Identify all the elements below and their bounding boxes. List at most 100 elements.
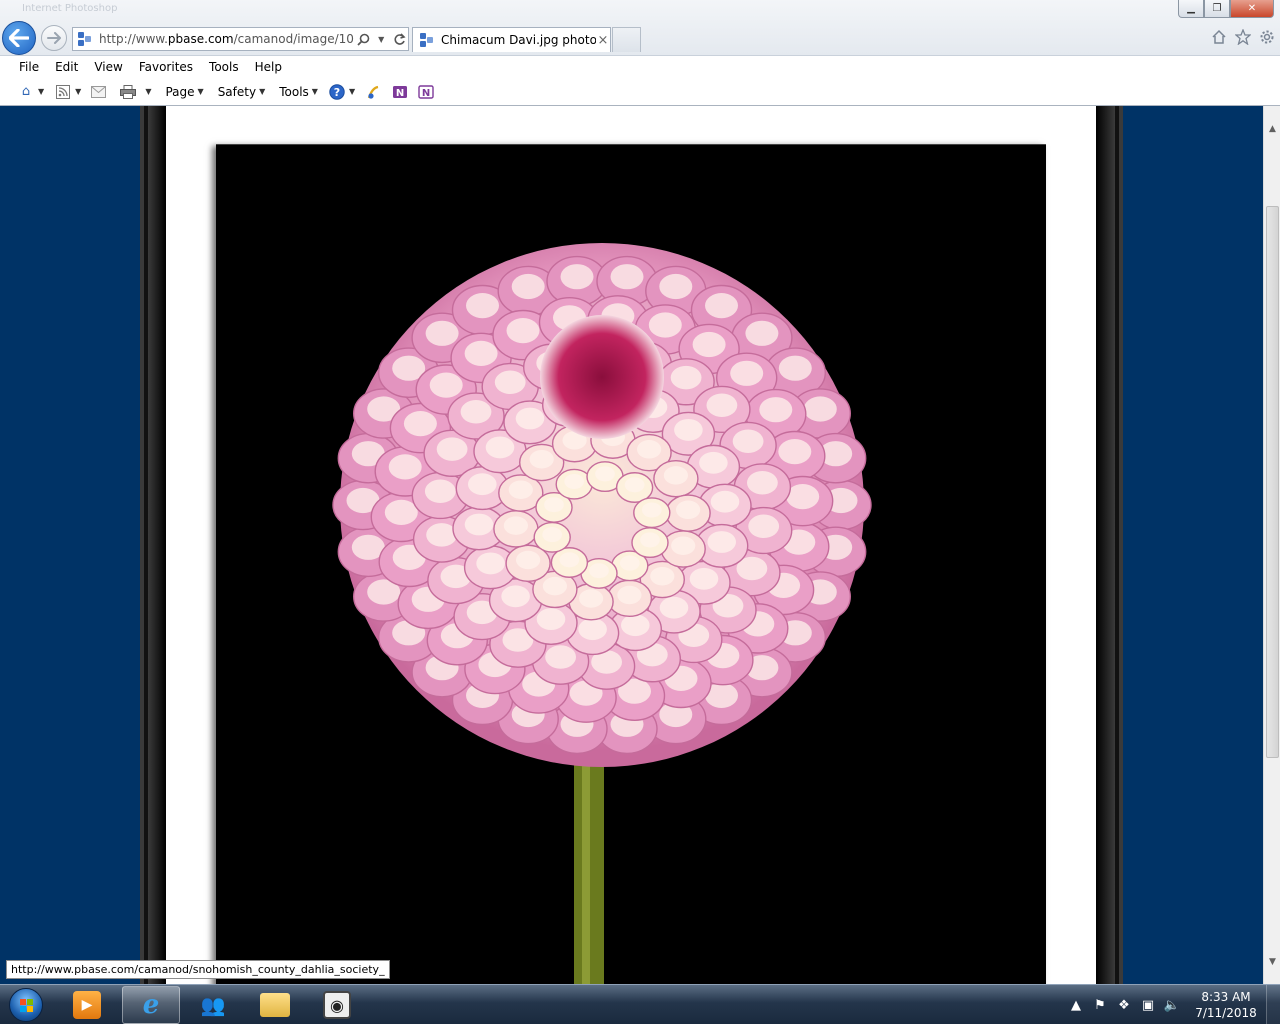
research-button[interactable] xyxy=(365,82,383,102)
page-menu-label: Page xyxy=(165,84,195,99)
refresh-icon[interactable] xyxy=(390,29,408,49)
dahlia-petal-cup xyxy=(506,318,540,344)
chevron-down-icon: ▼ xyxy=(259,87,266,96)
windows-taskbar: ▶ e 👥 ◉ ▲ ⚑ ❖ ▣ 🔈 8:33 AM 7/11/2018 xyxy=(0,984,1280,1024)
folder-icon xyxy=(260,993,290,1017)
safety-menu-button[interactable]: Safety ▼ xyxy=(216,82,266,102)
network-icon[interactable]: ▣ xyxy=(1136,998,1160,1013)
read-mail-button[interactable] xyxy=(89,82,107,102)
onenote-linked-icon: N xyxy=(417,84,435,100)
dahlia-petal-cup xyxy=(650,566,675,586)
dahlia-petal-cup xyxy=(460,400,492,424)
chevron-down-icon[interactable]: ▼ xyxy=(38,87,44,96)
dahlia-petal-cup xyxy=(503,516,528,535)
dahlia-petal-cup xyxy=(778,439,812,465)
onenote-send-button[interactable]: N xyxy=(391,82,409,102)
feeds-button[interactable]: ▼ xyxy=(54,82,81,102)
dahlia-petal-cup xyxy=(641,502,662,518)
dahlia-petal-cup xyxy=(745,320,779,346)
close-button[interactable]: ✕ xyxy=(1230,0,1274,18)
address-url-text[interactable]: http://www.pbase.com/camanod/image/10192… xyxy=(99,32,355,46)
chevron-down-icon: ▼ xyxy=(197,87,204,96)
dahlia-petal-cup xyxy=(692,331,726,358)
tray-expand-icon[interactable]: ▲ xyxy=(1064,998,1088,1013)
dahlia-petal-cup xyxy=(476,552,505,575)
minimize-button[interactable]: ▁ xyxy=(1178,0,1204,18)
printer-icon xyxy=(119,84,137,100)
taskbar-internet-explorer[interactable]: e xyxy=(122,986,180,1024)
menu-tools[interactable]: Tools xyxy=(209,60,239,74)
search-icon[interactable] xyxy=(355,29,373,49)
photo-border-shade-left xyxy=(148,106,166,984)
dahlia-petal-cup xyxy=(403,411,437,437)
home-icon[interactable] xyxy=(1210,28,1228,46)
dahlia-petal-cup xyxy=(617,585,642,605)
favorites-star-icon[interactable] xyxy=(1234,28,1252,46)
menu-help[interactable]: Help xyxy=(255,60,282,74)
dahlia-petal-cup xyxy=(388,454,422,480)
menu-view[interactable]: View xyxy=(94,60,122,74)
taskbar-people-network[interactable]: 👥 xyxy=(184,986,242,1024)
scroll-down-arrow-icon[interactable]: ▼ xyxy=(1264,953,1280,970)
scroll-up-arrow-icon[interactable]: ▲ xyxy=(1264,120,1280,137)
url-path: /camanod/image/101921 xyxy=(233,32,355,46)
taskbar-media-player[interactable]: ▶ xyxy=(58,986,116,1024)
help-button[interactable]: ? ▼ xyxy=(328,82,355,102)
tools-menu-button[interactable]: Tools ▼ xyxy=(277,82,318,102)
chevron-down-icon[interactable]: ▼ xyxy=(145,87,151,96)
menu-edit[interactable]: Edit xyxy=(55,60,78,74)
dahlia-petal-cup xyxy=(637,440,662,459)
dahlia-petal-cup xyxy=(529,449,554,469)
dahlia-petal-cup xyxy=(436,437,468,461)
restore-button[interactable]: ❐ xyxy=(1204,0,1230,18)
home-button[interactable]: ⌂ ▼ xyxy=(17,82,44,102)
tab-active[interactable]: Chimacum Davi.jpg photo ... × xyxy=(412,27,611,52)
dahlia-petal-cup xyxy=(648,312,682,338)
menu-favorites[interactable]: Favorites xyxy=(139,60,193,74)
dahlia-petal-cup xyxy=(424,479,456,504)
dahlia-petal-cup xyxy=(494,370,526,395)
chevron-down-icon[interactable]: ▼ xyxy=(372,29,390,49)
dropbox-icon[interactable]: ❖ xyxy=(1112,998,1136,1013)
volume-muted-icon[interactable]: 🔈 xyxy=(1160,998,1184,1013)
dahlia-petal-cup xyxy=(640,532,660,548)
photo-border-shade-right xyxy=(1096,106,1115,984)
new-tab-button[interactable] xyxy=(612,27,641,52)
research-icon xyxy=(365,84,383,100)
print-button[interactable]: ▼ xyxy=(119,82,151,102)
taskbar-file-explorer[interactable] xyxy=(246,986,304,1024)
dahlia-petal-cup xyxy=(619,555,640,571)
system-clock[interactable]: 8:33 AM 7/11/2018 xyxy=(1186,989,1266,1021)
dahlia-petal-cup xyxy=(429,372,463,398)
home-icon: ⌂ xyxy=(21,84,31,99)
dahlia-petal-cup xyxy=(659,596,689,619)
page-menu-button[interactable]: Page ▼ xyxy=(163,82,203,102)
dahlia-petal-cup xyxy=(803,396,837,422)
dahlia-petal-cup xyxy=(511,273,545,300)
forward-button[interactable] xyxy=(41,25,67,51)
dahlia-petal-cup xyxy=(464,513,494,536)
menu-file[interactable]: File xyxy=(19,60,39,74)
start-button[interactable] xyxy=(4,986,48,1024)
chevron-down-icon[interactable]: ▼ xyxy=(75,87,81,96)
dahlia-petal-cup xyxy=(425,320,459,346)
address-bar[interactable]: http://www.pbase.com/camanod/image/10192… xyxy=(72,27,409,51)
action-center-flag-icon[interactable]: ⚑ xyxy=(1088,998,1112,1013)
dahlia-petal-cup xyxy=(706,393,738,417)
url-domain: pbase.com xyxy=(167,32,234,46)
taskbar-photo-viewer[interactable]: ◉ xyxy=(308,986,366,1024)
settings-gear-icon[interactable] xyxy=(1258,28,1276,46)
back-button[interactable] xyxy=(2,21,36,55)
dahlia-petal-cup xyxy=(747,470,778,495)
scrollbar-thumb[interactable] xyxy=(1266,206,1279,758)
tab-close-icon[interactable]: × xyxy=(596,33,610,48)
dahlia-photo[interactable] xyxy=(216,144,1046,984)
mail-icon xyxy=(89,84,107,100)
browser-title-bar: Internet Photoshop ▁ ❐ ✕ http://www.pbas… xyxy=(0,0,1280,56)
media-player-icon: ▶ xyxy=(73,991,101,1019)
show-desktop-button[interactable] xyxy=(1266,985,1280,1024)
arrow-right-icon xyxy=(47,32,61,44)
vertical-scrollbar[interactable]: ▲ ▼ xyxy=(1263,106,1280,984)
dahlia-petal-cup xyxy=(663,466,688,485)
onenote-linked-button[interactable]: N xyxy=(417,82,435,102)
